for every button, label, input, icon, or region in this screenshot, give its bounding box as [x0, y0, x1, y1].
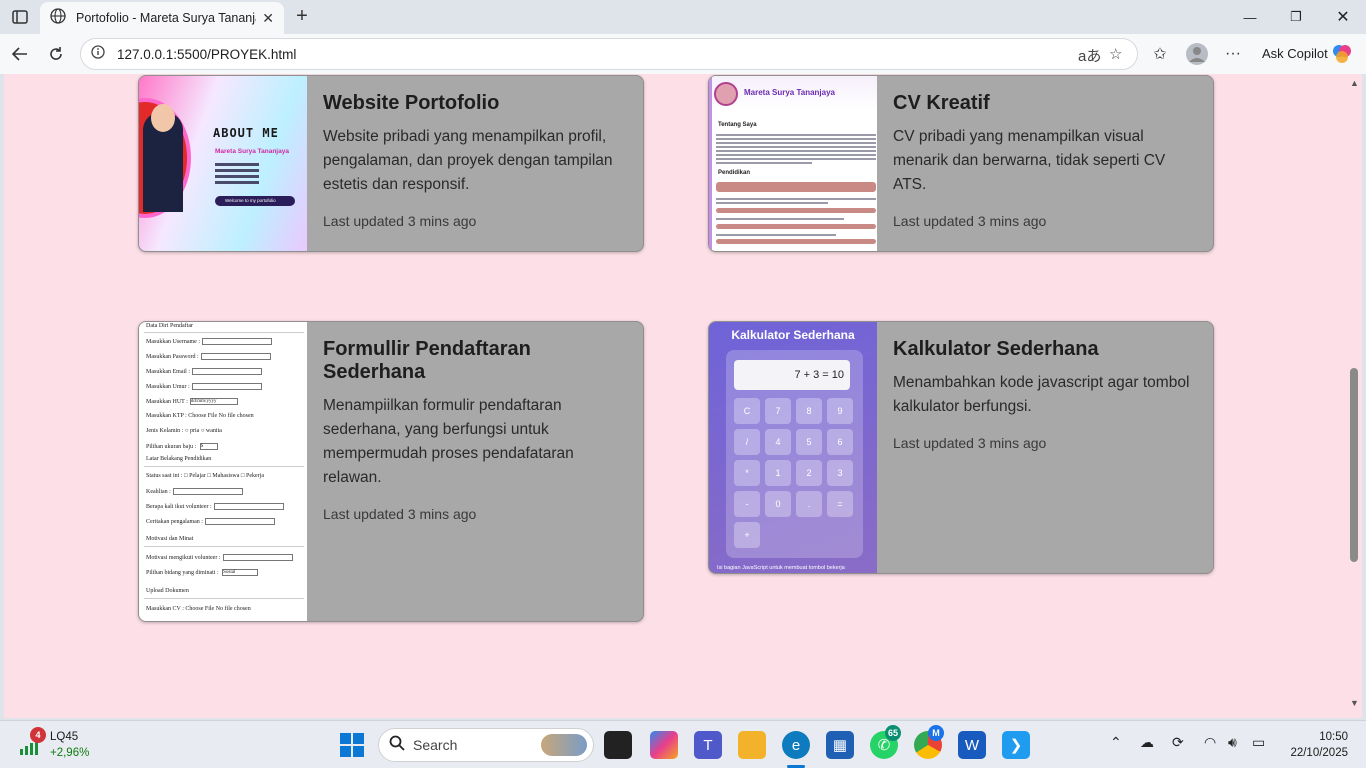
browser-tab[interactable]: Portofolio - Mareta Surya Tananjaya ✕	[40, 2, 284, 34]
ask-copilot-button[interactable]: Ask Copilot	[1262, 46, 1328, 61]
stock-widget[interactable]: LQ45 +2,96%	[50, 729, 89, 761]
project-card[interactable]: Data Diri Pendaftar Masukkan Username : …	[138, 321, 644, 622]
last-updated: Last updated 3 mins ago	[323, 506, 477, 522]
copilot-icon[interactable]	[1331, 43, 1353, 70]
address-toolbar: 127.0.0.1:5500/PROYEK.html aあ ☆ ✩ ··· As…	[0, 34, 1366, 74]
whatsapp-badge: 65	[885, 725, 901, 741]
scrollbar-thumb[interactable]	[1350, 368, 1358, 562]
globe-icon	[50, 7, 66, 29]
vscode-icon[interactable]: ❯	[1002, 731, 1030, 759]
project-title[interactable]: Formullir Pendaftaran Sederhana	[323, 338, 629, 384]
read-aloud-icon[interactable]: aあ	[1078, 45, 1101, 66]
project-description: Menampiilkan formulir pendaftaran sederh…	[323, 397, 574, 486]
clock-date: 22/10/2025	[1290, 747, 1348, 759]
title-bar: Portofolio - Mareta Surya Tananjaya ✕ + …	[0, 0, 1366, 34]
minimize-icon[interactable]: —	[1227, 0, 1273, 34]
project-card[interactable]: Kalkulator Sederhana 7 + 3 = 10 C 7 8 9 …	[708, 321, 1214, 574]
teams-icon[interactable]: T	[694, 731, 722, 759]
search-highlight-image	[541, 734, 587, 756]
new-tab-icon[interactable]: +	[290, 5, 314, 28]
battery-icon[interactable]: ▭	[1252, 734, 1265, 751]
system-clock[interactable]: 10:50 22/10/2025	[1280, 729, 1348, 761]
sync-icon[interactable]: ⟳	[1172, 734, 1184, 751]
task-view-icon[interactable]	[604, 731, 632, 759]
search-icon	[389, 735, 405, 756]
taskbar-search[interactable]: Search	[378, 728, 594, 762]
project-title[interactable]: Website Portofolio	[323, 92, 629, 115]
favorite-star-icon[interactable]: ☆	[1109, 45, 1122, 63]
wifi-icon[interactable]: ◠	[1204, 734, 1216, 751]
widget-badge: 4	[30, 727, 46, 743]
project-thumbnail: Kalkulator Sederhana 7 + 3 = 10 C 7 8 9 …	[709, 322, 877, 573]
project-card[interactable]: Mareta Surya Tananjaya Tentang Saya Pend…	[708, 75, 1214, 252]
favorites-icon[interactable]: ✩	[1147, 42, 1173, 66]
project-thumbnail: Mareta Surya Tananjaya Tentang Saya Pend…	[709, 76, 877, 251]
tab-close-icon[interactable]: ✕	[262, 10, 274, 27]
scroll-down-icon[interactable]: ▼	[1350, 698, 1359, 708]
address-bar[interactable]: 127.0.0.1:5500/PROYEK.html aあ ☆	[80, 38, 1138, 70]
windows-start-icon[interactable]	[340, 733, 364, 762]
volume-icon[interactable]: 🔊︎	[1228, 734, 1237, 751]
info-icon[interactable]	[91, 44, 105, 64]
project-description: CV pribadi yang menampilkan visual menar…	[893, 128, 1166, 193]
project-title[interactable]: Kalkulator Sederhana	[893, 338, 1199, 361]
maximize-icon[interactable]: ❐	[1273, 0, 1319, 34]
cloud-icon[interactable]: ☁	[1140, 734, 1154, 751]
project-title[interactable]: CV Kreatif	[893, 92, 1199, 115]
taskbar: 4 LQ45 +2,96% Search T e ▦ ✆ 65 M W ❯ ⌃ …	[0, 720, 1366, 768]
last-updated: Last updated 3 mins ago	[893, 435, 1047, 451]
project-thumbnail: ABOUT ME Mareta Surya Tananjaya Welcome …	[139, 76, 307, 251]
last-updated: Last updated 3 mins ago	[323, 213, 477, 229]
refresh-icon[interactable]	[43, 42, 69, 66]
profile-avatar[interactable]	[1184, 42, 1210, 66]
tab-title: Portofolio - Mareta Surya Tananjaya	[76, 11, 256, 25]
back-icon[interactable]	[7, 42, 33, 66]
tray-overflow-icon[interactable]: ⌃	[1110, 734, 1122, 751]
project-thumbnail: Data Diri Pendaftar Masukkan Username : …	[139, 322, 307, 621]
clock-time: 10:50	[1319, 731, 1348, 743]
vertical-scrollbar[interactable]: ▲ ▼	[1348, 74, 1362, 718]
more-menu-icon[interactable]: ···	[1220, 42, 1246, 66]
tab-actions-icon[interactable]	[8, 6, 32, 28]
last-updated: Last updated 3 mins ago	[893, 213, 1047, 229]
copilot-app-icon[interactable]	[650, 731, 678, 759]
word-icon[interactable]: W	[958, 731, 986, 759]
url-text: 127.0.0.1:5500/PROYEK.html	[117, 46, 297, 62]
project-description: Website pribadi yang menampilkan profil,…	[323, 128, 613, 193]
stock-change: +2,96%	[50, 747, 90, 759]
chrome-profile-badge: M	[928, 725, 944, 741]
project-card[interactable]: ABOUT ME Mareta Surya Tananjaya Welcome …	[138, 75, 644, 252]
project-description: Menambahkan kode javascript agar tombol …	[893, 374, 1190, 415]
page-viewport: ABOUT ME Mareta Surya Tananjaya Welcome …	[4, 74, 1348, 718]
search-label: Search	[413, 737, 458, 753]
edge-icon[interactable]: e	[782, 731, 810, 759]
close-window-icon[interactable]: ✕	[1320, 0, 1366, 34]
scroll-up-icon[interactable]: ▲	[1350, 78, 1359, 88]
store-icon[interactable]: ▦	[826, 731, 854, 759]
file-explorer-icon[interactable]	[738, 731, 766, 759]
stock-name: LQ45	[50, 731, 79, 743]
